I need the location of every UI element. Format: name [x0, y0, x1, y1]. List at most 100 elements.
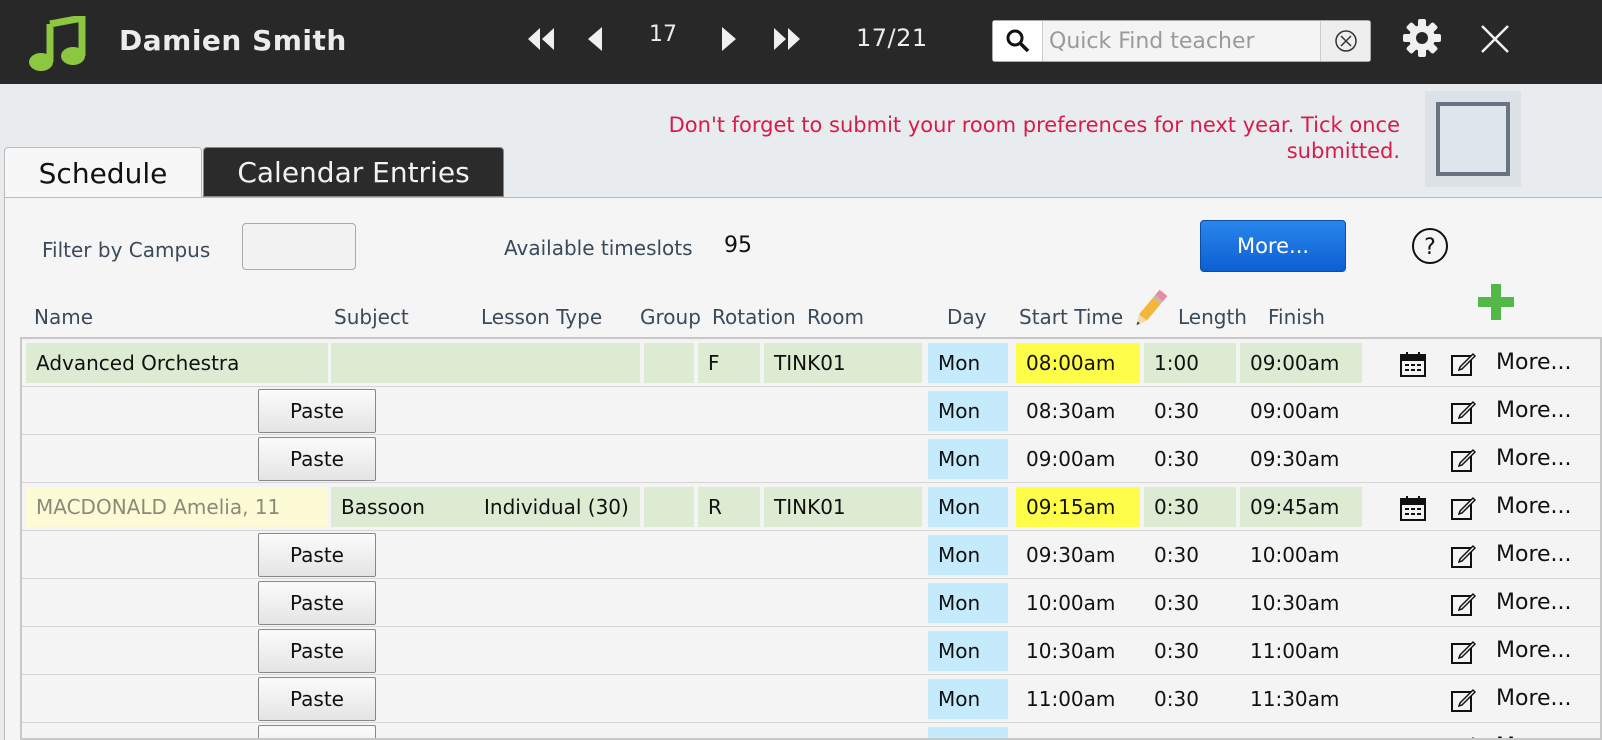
length-cell[interactable]: 0:30: [1144, 535, 1236, 575]
edit-icon[interactable]: [1450, 399, 1476, 425]
start-time-cell[interactable]: 09:30am: [1016, 535, 1140, 575]
more-link[interactable]: More...: [1496, 631, 1572, 671]
room-cell[interactable]: TINK01: [764, 487, 922, 527]
day-cell[interactable]: Mon: [928, 535, 1008, 575]
paste-button[interactable]: Paste: [258, 389, 376, 433]
subject-cell[interactable]: [331, 343, 474, 383]
more-link[interactable]: More...: [1496, 343, 1572, 383]
length-cell[interactable]: 0:30: [1144, 439, 1236, 479]
next-record-button[interactable]: [718, 22, 740, 56]
pencil-icon[interactable]: [1132, 288, 1168, 330]
add-icon[interactable]: [1476, 282, 1516, 322]
table-row[interactable]: Paste Mon 09:00am 0:30 09:30am More...: [22, 435, 1600, 483]
gear-icon[interactable]: [1402, 18, 1442, 58]
table-row[interactable]: Advanced Orchestra F TINK01 Mon 08:00am …: [22, 339, 1600, 387]
length-cell[interactable]: 1:00: [1144, 343, 1236, 383]
day-cell[interactable]: Mon: [928, 583, 1008, 623]
more-link[interactable]: More...: [1496, 727, 1572, 738]
prev-record-button[interactable]: [584, 22, 606, 56]
start-time-cell[interactable]: 09:00am: [1016, 439, 1140, 479]
length-cell[interactable]: 0:30: [1144, 583, 1236, 623]
group-cell[interactable]: [644, 487, 694, 527]
table-row[interactable]: Paste Mon 08:30am 0:30 09:00am More...: [22, 387, 1600, 435]
table-row[interactable]: MACDONALD Amelia, 11 Bassoon Individual …: [22, 483, 1600, 531]
start-time-cell[interactable]: 10:00am: [1016, 583, 1140, 623]
next-record-icon: [722, 27, 736, 51]
first-record-button[interactable]: [524, 22, 558, 56]
day-cell[interactable]: Mon: [928, 487, 1008, 527]
tab-schedule[interactable]: Schedule: [4, 147, 202, 199]
edit-icon[interactable]: [1450, 687, 1476, 713]
more-link[interactable]: More...: [1496, 535, 1572, 575]
submitted-checkbox[interactable]: [1436, 102, 1510, 176]
name-cell[interactable]: Advanced Orchestra: [26, 343, 328, 383]
day-cell[interactable]: Mon: [928, 391, 1008, 431]
day-cell[interactable]: Mon: [928, 439, 1008, 479]
subject-cell[interactable]: Bassoon: [331, 487, 474, 527]
edit-icon[interactable]: [1450, 351, 1476, 377]
search-button[interactable]: [993, 21, 1043, 61]
day-cell[interactable]: Mon: [928, 679, 1008, 719]
start-time-cell[interactable]: 10:30am: [1016, 631, 1140, 671]
more-button[interactable]: More...: [1200, 220, 1346, 272]
svg-text:?: ?: [1424, 235, 1436, 260]
more-link[interactable]: More...: [1496, 487, 1572, 527]
lesson-type-cell[interactable]: Individual (30): [474, 487, 640, 527]
table-row[interactable]: Paste Mon 11:30am 0:30 12:00pm More...: [22, 723, 1600, 740]
start-time-cell[interactable]: 11:00am: [1016, 679, 1140, 719]
start-time-cell[interactable]: 09:15am: [1016, 487, 1140, 527]
reminder-line-2: submitted.: [1286, 139, 1400, 163]
clear-icon: [1334, 30, 1357, 52]
day-cell[interactable]: Mon: [928, 727, 1008, 738]
paste-button[interactable]: Paste: [258, 437, 376, 481]
filter-campus-field[interactable]: [242, 223, 356, 270]
rotation-cell[interactable]: R: [698, 487, 760, 527]
paste-button[interactable]: Paste: [258, 629, 376, 673]
start-time-cell[interactable]: 08:30am: [1016, 391, 1140, 431]
table-row[interactable]: Paste Mon 09:30am 0:30 10:00am More...: [22, 531, 1600, 579]
length-cell[interactable]: 0:30: [1144, 487, 1236, 527]
paste-button[interactable]: Paste: [258, 677, 376, 721]
edit-icon[interactable]: [1450, 447, 1476, 473]
lesson-type-cell[interactable]: [474, 343, 640, 383]
last-record-button[interactable]: [770, 22, 804, 56]
clear-search-button[interactable]: [1320, 21, 1370, 61]
search-input[interactable]: [1045, 21, 1315, 61]
edit-icon[interactable]: [1450, 735, 1476, 740]
close-icon[interactable]: [1478, 22, 1512, 56]
name-cell[interactable]: MACDONALD Amelia, 11: [26, 487, 328, 527]
group-cell[interactable]: [644, 343, 694, 383]
paste-button[interactable]: Paste: [258, 533, 376, 577]
calendar-icon[interactable]: [1400, 351, 1426, 377]
filter-campus-label: Filter by Campus: [42, 238, 211, 262]
length-cell[interactable]: 0:30: [1144, 679, 1236, 719]
length-cell[interactable]: 0:30: [1144, 727, 1236, 738]
calendar-icon[interactable]: [1400, 495, 1426, 521]
edit-icon[interactable]: [1450, 495, 1476, 521]
day-cell[interactable]: Mon: [928, 343, 1008, 383]
table-row[interactable]: Paste Mon 11:00am 0:30 11:30am More...: [22, 675, 1600, 723]
table-row[interactable]: Paste Mon 10:00am 0:30 10:30am More...: [22, 579, 1600, 627]
edit-icon[interactable]: [1450, 591, 1476, 617]
room-cell[interactable]: TINK01: [764, 343, 922, 383]
rotation-cell[interactable]: F: [698, 343, 760, 383]
more-link[interactable]: More...: [1496, 391, 1572, 431]
finish-cell: 09:00am: [1250, 399, 1340, 423]
more-link[interactable]: More...: [1496, 583, 1572, 623]
start-time-cell[interactable]: 11:30am: [1016, 727, 1140, 738]
edit-icon[interactable]: [1450, 639, 1476, 665]
paste-button[interactable]: Paste: [258, 725, 376, 738]
help-icon[interactable]: ?: [1411, 227, 1449, 265]
day-cell[interactable]: Mon: [928, 631, 1008, 671]
paste-button[interactable]: Paste: [258, 581, 376, 625]
finish-cell: 09:00am: [1240, 343, 1362, 383]
col-header-finish: Finish: [1268, 305, 1325, 329]
edit-icon[interactable]: [1450, 543, 1476, 569]
start-time-cell[interactable]: 08:00am: [1016, 343, 1140, 383]
length-cell[interactable]: 0:30: [1144, 631, 1236, 671]
length-cell[interactable]: 0:30: [1144, 391, 1236, 431]
more-link[interactable]: More...: [1496, 439, 1572, 479]
more-link[interactable]: More...: [1496, 679, 1572, 719]
tab-calendar-entries[interactable]: Calendar Entries: [203, 147, 504, 197]
table-row[interactable]: Paste Mon 10:30am 0:30 11:00am More...: [22, 627, 1600, 675]
